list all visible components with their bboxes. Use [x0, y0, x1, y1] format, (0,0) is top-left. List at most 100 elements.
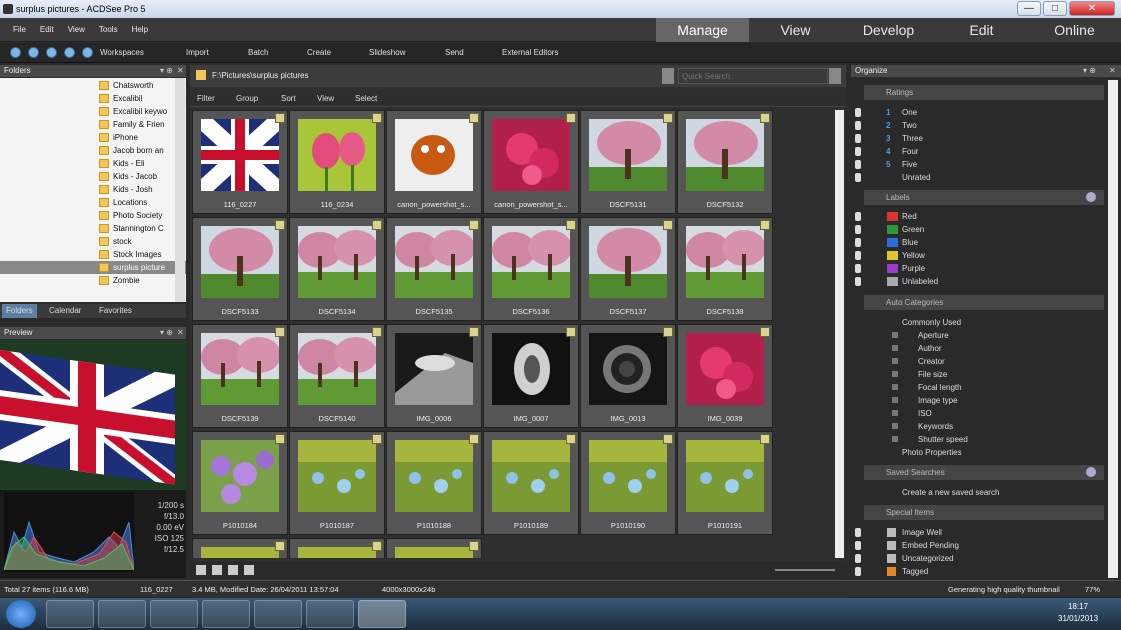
checkbox-icon[interactable] — [855, 212, 861, 221]
expand-icon[interactable] — [892, 397, 898, 403]
thumbnail-item[interactable]: IMG_0039 — [677, 324, 773, 428]
folder-item[interactable]: Excalibil — [0, 92, 186, 105]
folder-item[interactable]: Jacob born an — [0, 144, 186, 157]
expand-icon[interactable] — [892, 384, 898, 390]
tab-folders[interactable]: Folders — [2, 304, 37, 318]
thumbnail-item[interactable]: IMG_0006 — [386, 324, 482, 428]
ratings-section[interactable]: Ratings — [864, 85, 1104, 100]
select-menu[interactable]: Select — [355, 91, 377, 107]
folder-item[interactable]: Kids - Josh — [0, 183, 186, 196]
sort-menu[interactable]: Sort — [281, 91, 296, 107]
folder-item[interactable]: Photo Society — [0, 209, 186, 222]
search-icon[interactable] — [829, 68, 841, 84]
rating-item[interactable]: Unrated — [855, 171, 1120, 184]
folder-item[interactable]: Excalibil keywo — [0, 105, 186, 118]
saved-searches-section[interactable]: Saved Searches — [864, 465, 1104, 480]
menu-edit[interactable]: Edit — [33, 18, 61, 42]
expand-icon[interactable] — [892, 332, 898, 338]
rating-item[interactable]: 1 One — [855, 106, 1120, 119]
expand-icon[interactable] — [892, 345, 898, 351]
auto-category-item[interactable]: Focal length — [864, 381, 1120, 394]
thumbnail-item[interactable]: IMG_0013 — [580, 324, 676, 428]
thumbnail-item[interactable]: DSCF5140 — [289, 324, 385, 428]
expand-icon[interactable] — [892, 423, 898, 429]
folder-item[interactable]: iPhone — [0, 131, 186, 144]
thumbnail-item[interactable] — [386, 538, 482, 558]
label-item[interactable]: Unlabeled — [855, 275, 1120, 288]
special-item[interactable]: Embed Pending — [855, 539, 1120, 552]
thumbnail-item[interactable]: P1010189 — [483, 431, 579, 535]
thumbnail-item[interactable]: P1010191 — [677, 431, 773, 535]
tab-favorites[interactable]: Favorites — [99, 304, 132, 318]
folder-item[interactable]: Locations — [0, 196, 186, 209]
special-item[interactable]: Tagged — [855, 565, 1120, 578]
back-icon[interactable] — [10, 47, 21, 58]
checkbox-icon[interactable] — [855, 134, 861, 143]
create-saved-search[interactable]: Create a new saved search — [864, 486, 1120, 499]
thumbnail-item[interactable]: DSCF5131 — [580, 110, 676, 214]
thumbnail-item[interactable]: P1010184 — [192, 431, 288, 535]
slideshow-menu[interactable]: Slideshow — [369, 43, 405, 63]
photoshop-icon[interactable] — [306, 600, 354, 628]
word-icon[interactable] — [254, 600, 302, 628]
thumbnail-size-slider[interactable] — [775, 569, 835, 571]
maximize-button[interactable]: □ — [1043, 1, 1067, 16]
search-dropdown-icon[interactable] — [662, 68, 674, 84]
auto-category-item[interactable]: Aperture — [864, 329, 1120, 342]
close-icon[interactable]: ✕ — [177, 327, 184, 339]
thumbnail-scrollbar[interactable] — [835, 110, 844, 558]
auto-category-item[interactable]: Author — [864, 342, 1120, 355]
thumbnail-item[interactable]: P1010188 — [386, 431, 482, 535]
labels-section[interactable]: Labels — [864, 190, 1104, 205]
close-icon[interactable]: ✕ — [1109, 65, 1116, 77]
auto-category-item[interactable]: File size — [864, 368, 1120, 381]
view-mode-icon[interactable] — [196, 565, 206, 575]
checkbox-icon[interactable] — [855, 108, 861, 117]
label-item[interactable]: Purple — [855, 262, 1120, 275]
mode-edit[interactable]: Edit — [935, 18, 1028, 42]
expand-icon[interactable] — [892, 371, 898, 377]
gear-icon[interactable] — [1086, 192, 1096, 202]
auto-categories-section[interactable]: Auto Categories — [864, 295, 1104, 310]
folder-item[interactable]: Kids - Eli — [0, 157, 186, 170]
view-menu[interactable]: View — [317, 91, 334, 107]
folder-scrollbar[interactable] — [175, 78, 185, 302]
expand-icon[interactable] — [892, 410, 898, 416]
mode-develop[interactable]: Develop — [842, 18, 935, 42]
list-icon[interactable] — [244, 565, 254, 575]
thumbnail-item[interactable]: DSCF5138 — [677, 217, 773, 321]
checkbox-icon[interactable] — [855, 277, 861, 286]
checkbox-icon[interactable] — [855, 225, 861, 234]
auto-category-item[interactable]: Shutter speed — [864, 433, 1120, 446]
quick-search-input[interactable] — [678, 68, 828, 84]
mode-manage[interactable]: Manage — [656, 18, 749, 42]
folder-item[interactable]: stock — [0, 235, 186, 248]
create-menu[interactable]: Create — [307, 43, 331, 63]
pin-icon[interactable]: ▾ ⊕ — [160, 327, 173, 339]
checkbox-icon[interactable] — [855, 147, 861, 156]
thumbnail-item[interactable]: P1010190 — [580, 431, 676, 535]
thumbnail-item[interactable]: 116_0227 — [192, 110, 288, 214]
thumbnail-item[interactable]: DSCF5135 — [386, 217, 482, 321]
checkbox-icon[interactable] — [855, 173, 861, 182]
workspaces-menu[interactable]: Workspaces — [100, 43, 144, 63]
rating-item[interactable]: 3 Three — [855, 132, 1120, 145]
thumbnail-item[interactable]: 116_0234 — [289, 110, 385, 214]
ie-icon[interactable] — [46, 600, 94, 628]
thumbnail-item[interactable] — [289, 538, 385, 558]
folder-item[interactable]: Stannington C — [0, 222, 186, 235]
thumbnail-item[interactable] — [192, 538, 288, 558]
refresh-icon[interactable] — [64, 47, 75, 58]
checkbox-icon[interactable] — [855, 160, 861, 169]
close-icon[interactable]: ✕ — [177, 65, 184, 77]
import-menu[interactable]: Import — [186, 43, 209, 63]
checkbox-icon[interactable] — [855, 567, 861, 576]
tab-calendar[interactable]: Calendar — [49, 304, 81, 318]
auto-category-item[interactable]: Keywords — [864, 420, 1120, 433]
folder-item[interactable]: Family & Frien — [0, 118, 186, 131]
label-item[interactable]: Blue — [855, 236, 1120, 249]
pin-icon[interactable]: ▾ ⊕ — [160, 65, 173, 77]
menu-help[interactable]: Help — [125, 18, 155, 42]
commonly-used[interactable]: Commonly Used — [864, 316, 1120, 329]
firefox-icon[interactable] — [150, 600, 198, 628]
